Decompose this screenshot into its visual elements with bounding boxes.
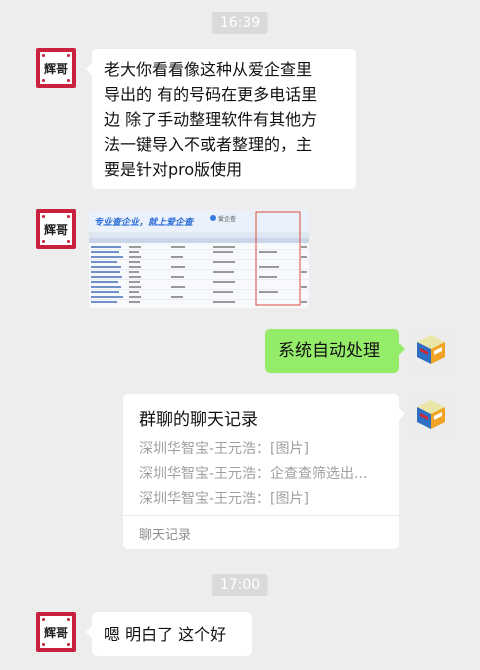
message-text: 老大你看看像这种从爱企查里 导出的 有的号码在更多电话里 边 除了手动整理软件有… [104,60,318,179]
spreadsheet-screenshot-image: 专业查企业，就上爱企查 爱企查 [89,210,309,308]
sender-avatar[interactable]: 辉哥 [36,612,76,652]
timestamp: 16:39 [211,12,269,34]
card-title: 群聊的聊天记录 [139,410,258,430]
image-message[interactable]: 专业查企业，就上爱企查 爱企查 [89,210,309,308]
my-avatar[interactable] [411,394,451,434]
cube-logo-icon [411,394,451,434]
avatar-text: 辉哥 [43,61,68,76]
sender-avatar[interactable]: 辉哥 [36,48,76,88]
chat-record-card[interactable]: 群聊的聊天记录 深圳华智宝-王元浩：[图片] 深圳华智宝-王元浩：企查查筛选出.… [123,394,405,549]
card-divider [123,515,399,516]
image-banner-text: 专业查企业，就上爱企查 [94,217,195,228]
card-record-line: 深圳华智宝-王元浩：[图片] [139,491,309,507]
message-text: 嗯 明白了 这个好 [104,625,227,644]
message-bubble[interactable]: 嗯 明白了 这个好 [86,612,252,656]
image-logo-text: 爱企查 [218,215,236,223]
reply-text: 系统自动处理 [278,341,380,361]
card-record-line: 深圳华智宝-王元浩：[图片] [139,441,309,457]
card-record-line: 深圳华智宝-王元浩：企查查筛选出... [139,466,368,482]
timestamp: 17:00 [211,574,269,596]
message-bubble[interactable]: 老大你看看像这种从爱企查里 导出的 有的号码在更多电话里 边 除了手动整理软件有… [86,49,356,189]
avatar-text: 辉哥 [43,222,68,237]
card-footer: 聊天记录 [139,528,192,543]
avatar-text: 辉哥 [43,625,68,640]
cube-logo-icon [411,329,451,369]
reply-bubble[interactable]: 系统自动处理 [265,329,405,373]
my-avatar[interactable] [411,329,451,369]
sender-avatar[interactable]: 辉哥 [36,209,76,249]
